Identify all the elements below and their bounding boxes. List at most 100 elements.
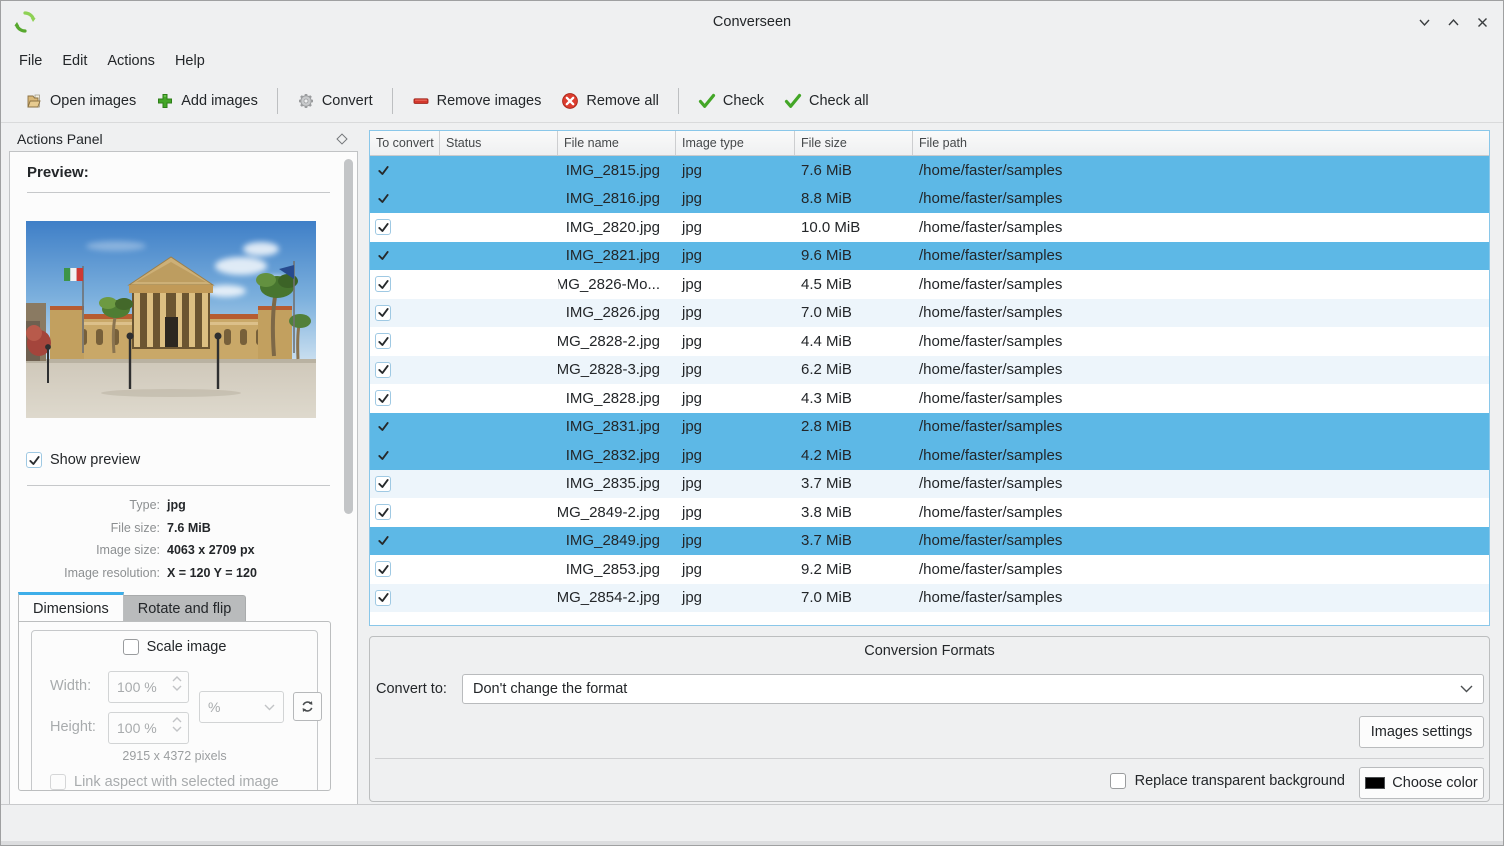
check-all-button[interactable]: Check all (774, 85, 879, 117)
show-preview-checkbox[interactable] (26, 452, 42, 468)
choose-color-button[interactable]: Choose color (1359, 767, 1484, 799)
to-convert-checkbox[interactable] (375, 162, 391, 178)
toolbar-button-label: Convert (322, 93, 373, 109)
cell-file-name: IMG_2816.jpg (558, 185, 676, 214)
table-row[interactable]: IMG_2826-Mo...jpg4.5 MiB/home/faster/sam… (370, 270, 1489, 299)
swap-aspect-button[interactable] (293, 692, 322, 721)
close-button[interactable] (1474, 14, 1491, 31)
cell-file-name: IMG_2828-3.jpg (558, 356, 676, 385)
table-row[interactable]: IMG_2832.jpgjpg4.2 MiB/home/faster/sampl… (370, 441, 1489, 470)
toolbar-button-label: Remove images (437, 93, 542, 109)
table-row[interactable]: IMG_2826.jpgjpg7.0 MiB/home/faster/sampl… (370, 299, 1489, 328)
table-row[interactable]: IMG_2849.jpgjpg3.7 MiB/home/faster/sampl… (370, 527, 1489, 556)
image-info: Type:jpgFile size:7.6 MiBImage size:4063… (10, 494, 340, 584)
cell-file-path: /home/faster/samples (913, 270, 1489, 299)
maximize-button[interactable] (1445, 14, 1462, 31)
column-header-file-size[interactable]: File size (795, 131, 913, 155)
check-button[interactable]: Check (688, 85, 774, 117)
open-folder-icon (25, 92, 43, 110)
minimize-button[interactable] (1416, 14, 1433, 31)
cell-to-convert (370, 213, 440, 242)
divider (27, 192, 330, 193)
convert-button[interactable]: Convert (287, 85, 383, 117)
to-convert-checkbox[interactable] (375, 333, 391, 349)
remove-minus-icon (412, 92, 430, 110)
height-spinbox[interactable]: 100 % (108, 712, 189, 744)
add-plus-icon (156, 92, 174, 110)
add-images-button[interactable]: Add images (146, 85, 268, 117)
tab-dimensions[interactable]: Dimensions (18, 592, 124, 622)
table-row[interactable]: IMG_2821.jpgjpg9.6 MiB/home/faster/sampl… (370, 242, 1489, 271)
column-header-file-name[interactable]: File name (558, 131, 676, 155)
spinner-arrows-icon[interactable] (172, 676, 182, 691)
tab-rotate-and-flip[interactable]: Rotate and flip (124, 595, 247, 622)
table-row[interactable]: IMG_2820.jpgjpg10.0 MiB/home/faster/samp… (370, 213, 1489, 242)
table-row[interactable]: IMG_2828.jpgjpg4.3 MiB/home/faster/sampl… (370, 384, 1489, 413)
cell-file-path: /home/faster/samples (913, 555, 1489, 584)
menu-item-actions[interactable]: Actions (97, 48, 165, 74)
cell-file-name: IMG_2828-2.jpg (558, 327, 676, 356)
table-row[interactable]: IMG_2815.jpgjpg7.6 MiB/home/faster/sampl… (370, 156, 1489, 185)
to-convert-checkbox[interactable] (375, 305, 391, 321)
open-images-button[interactable]: Open images (15, 85, 146, 117)
column-header-image-type[interactable]: Image type (676, 131, 795, 155)
cell-image-type: jpg (676, 242, 795, 271)
link-aspect-checkbox[interactable] (50, 774, 66, 790)
column-header-file-path[interactable]: File path (913, 131, 1489, 155)
cell-file-size: 4.3 MiB (795, 384, 913, 413)
to-convert-checkbox[interactable] (375, 561, 391, 577)
to-convert-checkbox[interactable] (375, 419, 391, 435)
to-convert-checkbox[interactable] (375, 504, 391, 520)
cell-file-path: /home/faster/samples (913, 327, 1489, 356)
to-convert-checkbox[interactable] (375, 390, 391, 406)
scrollbar-handle[interactable] (344, 159, 353, 514)
replace-transparent-checkbox[interactable] (1110, 773, 1126, 789)
menu-item-file[interactable]: File (9, 48, 52, 74)
remove-images-button[interactable]: Remove images (402, 85, 552, 117)
cell-status (440, 356, 558, 385)
table-row[interactable]: IMG_2849-2.jpgjpg3.8 MiB/home/faster/sam… (370, 498, 1489, 527)
cell-file-size: 8.8 MiB (795, 185, 913, 214)
info-value: jpg (167, 498, 186, 512)
to-convert-checkbox[interactable] (375, 476, 391, 492)
to-convert-checkbox[interactable] (375, 248, 391, 264)
cell-file-name: IMG_2821.jpg (558, 242, 676, 271)
convert-to-combobox[interactable]: Don't change the format (462, 674, 1484, 704)
column-header-to-convert[interactable]: To convert (370, 131, 440, 155)
unit-combobox[interactable]: % (199, 691, 284, 723)
menu-item-help[interactable]: Help (165, 48, 215, 74)
table-row[interactable]: IMG_2816.jpgjpg8.8 MiB/home/faster/sampl… (370, 185, 1489, 214)
cell-status (440, 413, 558, 442)
menu-item-edit[interactable]: Edit (52, 48, 97, 74)
to-convert-checkbox[interactable] (375, 219, 391, 235)
scale-image-checkbox[interactable] (123, 639, 139, 655)
cell-status (440, 327, 558, 356)
table-row[interactable]: IMG_2831.jpgjpg2.8 MiB/home/faster/sampl… (370, 413, 1489, 442)
to-convert-checkbox[interactable] (375, 447, 391, 463)
to-convert-checkbox[interactable] (375, 533, 391, 549)
cell-image-type: jpg (676, 356, 795, 385)
cell-image-type: jpg (676, 584, 795, 613)
cell-file-size: 2.8 MiB (795, 413, 913, 442)
table-row[interactable]: IMG_2853.jpgjpg9.2 MiB/home/faster/sampl… (370, 555, 1489, 584)
remove-all-button[interactable]: Remove all (551, 85, 669, 117)
cell-to-convert (370, 527, 440, 556)
to-convert-checkbox[interactable] (375, 276, 391, 292)
table-row[interactable]: IMG_2854-2.jpgjpg7.0 MiB/home/faster/sam… (370, 584, 1489, 613)
cell-file-path: /home/faster/samples (913, 384, 1489, 413)
to-convert-checkbox[interactable] (375, 590, 391, 606)
table-row[interactable]: IMG_2828-2.jpgjpg4.4 MiB/home/faster/sam… (370, 327, 1489, 356)
to-convert-checkbox[interactable] (375, 191, 391, 207)
preview-label: Preview: (27, 164, 89, 181)
check-icon (698, 92, 716, 110)
to-convert-checkbox[interactable] (375, 362, 391, 378)
images-settings-button[interactable]: Images settings (1359, 716, 1484, 748)
panel-scrollbar[interactable] (344, 158, 353, 798)
spinner-arrows-icon[interactable] (172, 717, 182, 732)
float-diamond-icon[interactable] (336, 133, 347, 144)
table-row[interactable]: IMG_2835.jpgjpg3.7 MiB/home/faster/sampl… (370, 470, 1489, 499)
table-row[interactable]: IMG_2828-3.jpgjpg6.2 MiB/home/faster/sam… (370, 356, 1489, 385)
convert-to-value: Don't change the format (473, 681, 627, 697)
column-header-status[interactable]: Status (440, 131, 558, 155)
width-spinbox[interactable]: 100 % (108, 671, 189, 703)
